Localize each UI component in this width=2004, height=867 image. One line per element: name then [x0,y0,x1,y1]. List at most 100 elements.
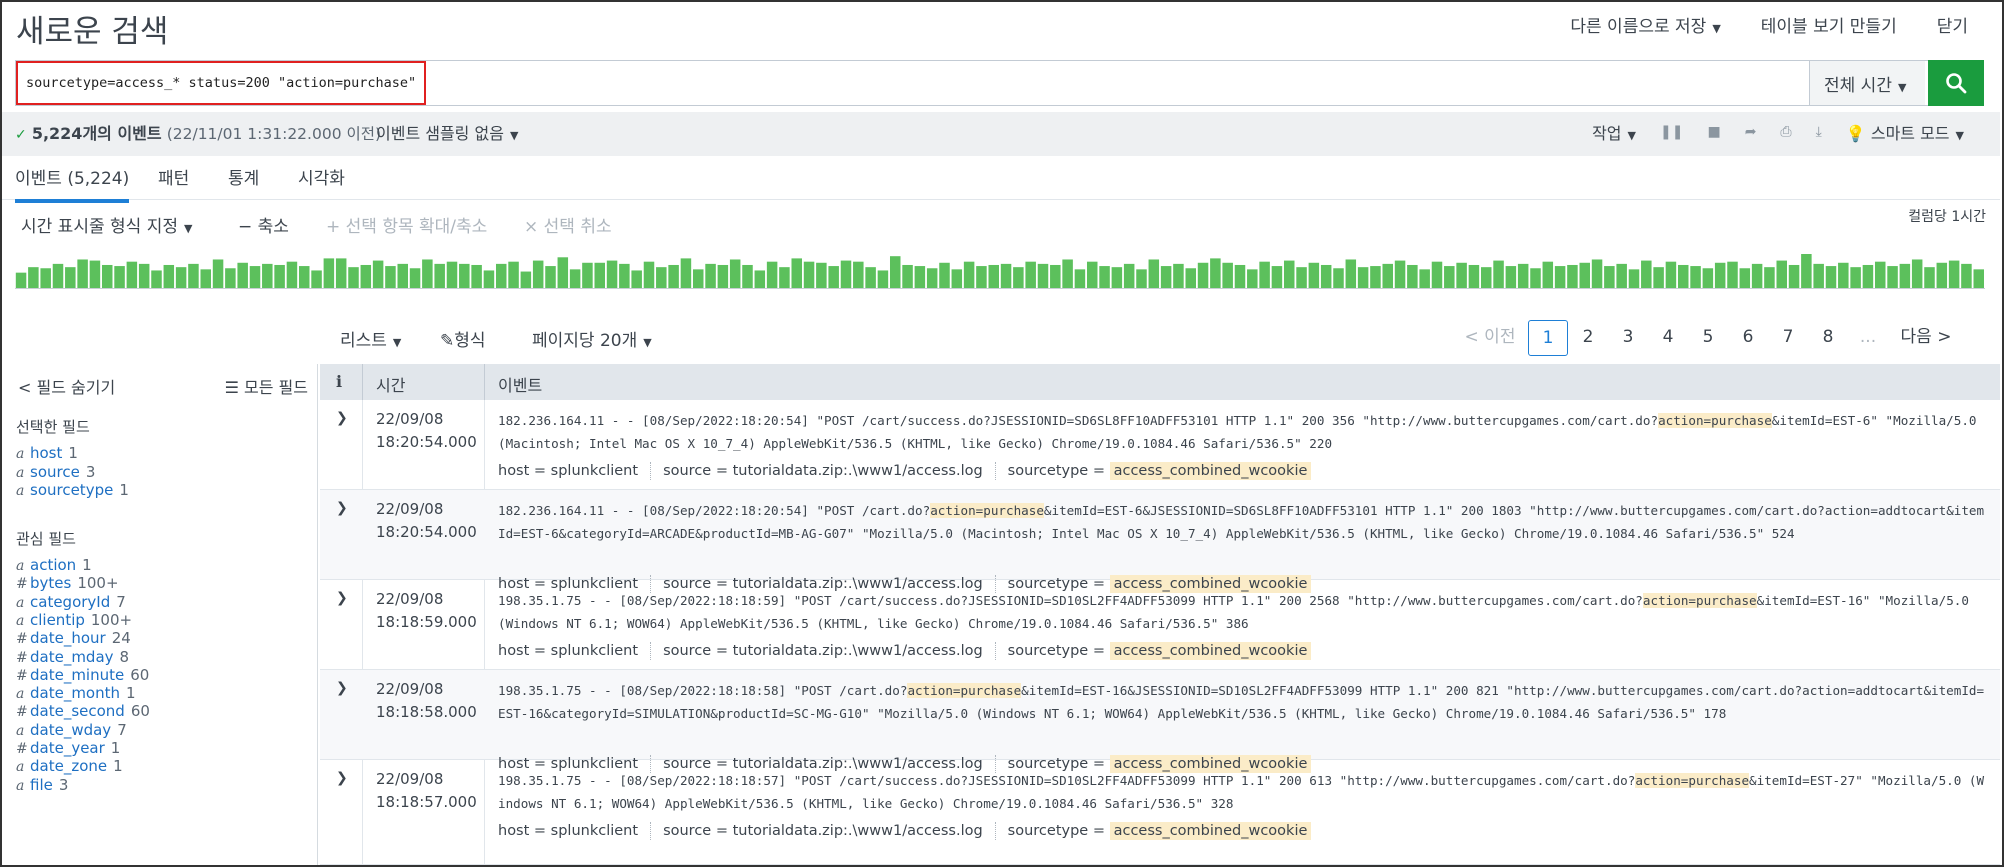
histogram-bar[interactable] [1468,264,1480,288]
event-time[interactable]: 22/09/08 18:18:58.000 [376,678,477,724]
save-as-menu[interactable]: 다른 이름으로 저장 ▼ [1570,12,1720,37]
histogram-bar[interactable] [939,262,950,288]
histogram-bar[interactable] [766,261,778,288]
histogram-bar[interactable] [65,267,76,288]
histogram-bar[interactable] [262,263,273,288]
zoom-to-selection-button[interactable]: + 선택 항목 확대/축소 [326,212,487,237]
histogram-bar[interactable] [1025,261,1036,288]
search-button[interactable] [1928,60,1984,106]
raw-event-text[interactable]: 198.35.1.75 - - [08/Sep/2022:18:18:59] "… [498,589,1986,635]
histogram-bar[interactable] [1850,267,1861,288]
stop-icon[interactable]: ■ [1707,124,1720,140]
histogram-bar[interactable] [1407,264,1418,288]
field-name[interactable]: date_year [30,739,105,757]
histogram-bar[interactable] [668,264,679,288]
histogram-bar[interactable] [1961,263,1972,288]
histogram-bar[interactable] [742,264,753,288]
histogram-bar[interactable] [606,260,618,288]
event-time[interactable]: 22/09/08 18:18:57.000 [376,768,477,814]
source-field[interactable]: source = tutorialdata.zip:.\www1/access.… [663,463,995,479]
event-time[interactable]: 22/09/08 18:20:54.000 [376,498,477,544]
histogram-bar[interactable] [1210,258,1221,288]
histogram-bar[interactable] [1431,261,1443,288]
host-field[interactable]: host = splunkclient [498,823,650,839]
histogram-bar[interactable] [791,258,802,288]
field-item-host[interactable]: a host 1 [16,444,78,462]
field-item-source[interactable]: a source 3 [16,463,95,481]
tab-events[interactable]: 이벤트 (5,224) [15,164,130,203]
histogram-bar[interactable] [853,261,864,288]
histogram-bar[interactable] [212,259,224,288]
histogram-bar[interactable] [151,270,162,288]
histogram-bar[interactable] [1813,263,1824,288]
histogram-bar[interactable] [409,268,421,288]
histogram-bar[interactable] [114,266,125,288]
event-timeline-histogram[interactable] [15,248,1985,290]
histogram-bar[interactable] [335,258,347,288]
histogram-bar[interactable] [865,267,876,288]
histogram-bar[interactable] [594,262,605,288]
format-button[interactable]: ✎형식 [440,326,486,351]
sourcetype-value[interactable]: access_combined_wcookie [1109,822,1312,840]
histogram-bar[interactable] [1037,263,1049,288]
raw-event-text[interactable]: 198.35.1.75 - - [08/Sep/2022:18:18:57] "… [498,769,1986,815]
event-time[interactable]: 22/09/08 18:18:59.000 [376,588,477,634]
histogram-bar[interactable] [926,268,938,288]
search-term-highlight[interactable]: action=purchase [1658,413,1772,428]
histogram-bar[interactable] [729,259,741,288]
histogram-bar[interactable] [963,261,975,288]
histogram-bar[interactable] [520,271,532,288]
histogram-bar[interactable] [1911,259,1923,288]
histogram-bar[interactable] [1690,266,1701,288]
job-menu[interactable]: 작업 ▼ [1592,120,1636,144]
source-field[interactable]: source = tutorialdata.zip:.\www1/access.… [663,643,995,659]
view-type-dropdown[interactable]: 리스트 ▼ [340,326,401,351]
histogram-bar[interactable] [422,259,433,288]
histogram-bar[interactable] [126,261,138,288]
share-icon[interactable]: ➦ [1745,124,1757,140]
histogram-bar[interactable] [1677,264,1689,288]
search-mode-dropdown[interactable]: 💡 스마트 모드 ▼ [1846,120,1964,144]
histogram-bar[interactable] [1579,262,1590,288]
histogram-bar[interactable] [1739,268,1751,288]
histogram-bar[interactable] [1197,262,1209,288]
histogram-bar[interactable] [951,269,963,288]
field-item-sourcetype[interactable]: a sourcetype 1 [16,481,129,499]
histogram-bar[interactable] [803,261,815,288]
sourcetype-value[interactable]: access_combined_wcookie [1109,642,1312,660]
prev-page-button[interactable]: < 이전 [1452,320,1528,356]
field-name[interactable]: date_minute [30,666,124,684]
histogram-bar[interactable] [1074,269,1086,288]
histogram-bar[interactable] [1308,262,1320,288]
histogram-bar[interactable] [877,270,889,288]
page-6-button[interactable]: 6 [1728,320,1768,356]
histogram-bar[interactable] [1936,262,1948,288]
histogram-bar[interactable] [101,264,113,288]
histogram-bar[interactable] [1493,260,1504,288]
tab-statistics[interactable]: 통계 [228,164,259,199]
search-term-highlight[interactable]: action=purchase [1642,593,1757,608]
field-name[interactable]: action [30,556,76,574]
histogram-bar[interactable] [1505,266,1517,288]
field-item-date-hour[interactable]: # date_hour 24 [16,629,131,647]
histogram-bar[interactable] [1222,262,1233,288]
histogram-bar[interactable] [988,264,999,288]
histogram-bar[interactable] [828,266,839,288]
field-name[interactable]: date_wday [30,721,111,739]
histogram-bar[interactable] [1394,260,1406,288]
histogram-bar[interactable] [1567,264,1578,288]
histogram-bar[interactable] [1136,269,1147,288]
histogram-bar[interactable] [705,263,716,288]
raw-event-text[interactable]: 198.35.1.75 - - [08/Sep/2022:18:18:58] "… [498,679,1986,725]
histogram-bar[interactable] [397,263,408,288]
histogram-bar[interactable] [656,267,667,288]
histogram-bar[interactable] [385,266,396,288]
histogram-bar[interactable] [692,269,704,288]
histogram-bar[interactable] [816,262,827,288]
raw-event-text[interactable]: 182.236.164.11 - - [08/Sep/2022:18:20:54… [498,499,1986,545]
histogram-bar[interactable] [1788,264,1800,288]
page-3-button[interactable]: 3 [1608,320,1648,356]
histogram-bar[interactable] [1530,268,1541,288]
histogram-bar[interactable] [77,259,88,288]
field-name[interactable]: date_mday [30,648,114,666]
